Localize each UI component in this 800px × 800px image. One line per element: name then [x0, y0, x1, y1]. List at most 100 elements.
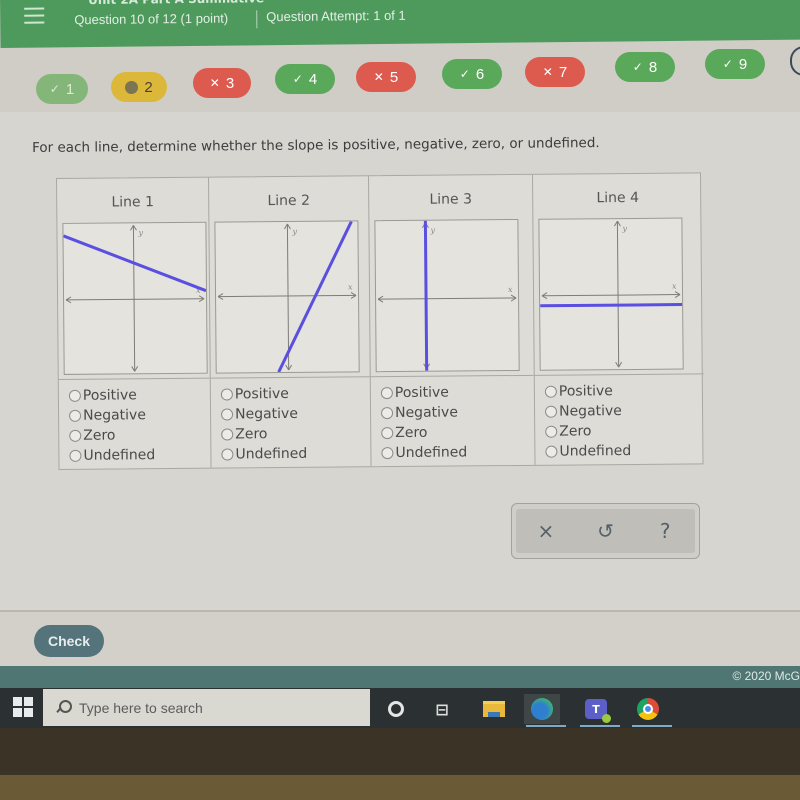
option-positive[interactable]: Positive: [220, 384, 307, 405]
question-nav-8[interactable]: ✓ 8: [615, 52, 675, 82]
radio-button[interactable]: [545, 445, 558, 458]
line-column-2: Line 2 y x Positive Negative Zero Undefined: [209, 176, 372, 468]
question-nav-1[interactable]: ✓ 1: [36, 74, 88, 104]
radio-button[interactable]: [69, 449, 82, 462]
slope-options: Positive Negative Zero Undefined: [68, 385, 156, 466]
radio-button[interactable]: [68, 389, 81, 402]
option-positive[interactable]: Positive: [544, 381, 631, 402]
radio-button[interactable]: [69, 429, 82, 442]
option-label: Positive: [394, 384, 449, 402]
radio-button[interactable]: [381, 447, 394, 460]
graphed-line: [277, 221, 353, 373]
option-undefined[interactable]: Undefined: [381, 442, 467, 463]
question-nav-3[interactable]: ✕ 3: [193, 68, 251, 98]
option-negative[interactable]: Negative: [221, 404, 307, 425]
help-button[interactable]: ?: [645, 519, 685, 543]
x-axis: [218, 294, 357, 298]
line-title: Line 4: [596, 189, 640, 207]
app-header: Unit 2A Part A Summative Question 10 of …: [0, 0, 800, 48]
radio-button[interactable]: [545, 425, 558, 438]
footer: Check: [0, 610, 800, 666]
taskbar-search[interactable]: [43, 689, 370, 726]
line-graph: yx: [214, 220, 360, 374]
edge-icon[interactable]: [524, 694, 566, 727]
option-label: Negative: [394, 404, 458, 422]
taskbar-search-input[interactable]: [79, 699, 359, 716]
check-icon: ✓: [632, 60, 643, 74]
x-axis: [378, 297, 517, 300]
check-icon: ✓: [292, 72, 303, 86]
y-axis: [616, 221, 620, 368]
radio-button[interactable]: [380, 387, 393, 400]
option-label: Undefined: [559, 442, 632, 460]
question-nav-6[interactable]: ✓ 6: [442, 59, 502, 89]
option-label: Negative: [83, 407, 146, 424]
copyright-text: © 2020 McG: [732, 669, 800, 683]
row-divider: [210, 376, 370, 379]
option-undefined[interactable]: Undefined: [545, 441, 631, 462]
option-zero[interactable]: Zero: [69, 425, 155, 446]
line-graph: yx: [538, 217, 684, 371]
question-nav-7[interactable]: ✕ 7: [525, 57, 585, 87]
radio-button[interactable]: [69, 409, 82, 422]
question-number: 8: [648, 58, 658, 76]
teams-icon[interactable]: T: [578, 694, 620, 727]
question-nav-5[interactable]: ✕ 5: [356, 62, 416, 92]
question-info: Question 10 of 12 (1 point): [74, 10, 229, 28]
desk-shelf: [0, 775, 800, 800]
row-divider: [534, 373, 704, 376]
check-button[interactable]: Check: [34, 625, 104, 657]
undo-button[interactable]: ↺: [585, 519, 625, 543]
line-title: Line 3: [429, 191, 473, 208]
option-label: Zero: [83, 427, 116, 444]
option-undefined[interactable]: Undefined: [69, 445, 155, 466]
line-column-4: Line 4 y x Positive Negative Zero Undefined: [533, 173, 705, 464]
radio-button[interactable]: [544, 385, 557, 398]
y-axis-label: y: [137, 228, 143, 237]
radio-button[interactable]: [381, 427, 394, 440]
chrome-icon[interactable]: [630, 694, 672, 727]
option-label: Undefined: [83, 447, 156, 464]
radio-button[interactable]: [221, 448, 234, 461]
option-undefined[interactable]: Undefined: [221, 444, 307, 465]
question-nav-2[interactable]: 2: [111, 72, 167, 102]
task-view-icon[interactable]: ⊟: [424, 694, 460, 724]
file-explorer-icon[interactable]: [476, 694, 512, 724]
axis-arrows: [217, 223, 357, 371]
check-icon: ✓: [722, 57, 733, 71]
option-negative[interactable]: Negative: [69, 405, 155, 426]
line-title: Line 2: [267, 192, 311, 210]
option-zero[interactable]: Zero: [545, 421, 631, 442]
option-label: Negative: [558, 403, 622, 420]
screen: Unit 2A Part A Summative Question 10 of …: [0, 0, 800, 800]
hamburger-menu-icon[interactable]: [24, 7, 45, 24]
x-icon: ✕: [542, 65, 553, 79]
option-negative[interactable]: Negative: [545, 401, 631, 422]
question-nav-next[interactable]: [790, 46, 800, 76]
option-positive[interactable]: Positive: [68, 385, 155, 406]
question-nav-4[interactable]: ✓ 4: [275, 64, 335, 94]
y-axis: [286, 223, 290, 370]
option-positive[interactable]: Positive: [380, 382, 467, 403]
radio-button[interactable]: [221, 408, 234, 421]
option-zero[interactable]: Zero: [221, 424, 307, 445]
unit-title: Unit 2A Part A Summative: [88, 0, 264, 7]
radio-button[interactable]: [545, 405, 558, 418]
cortana-icon[interactable]: [378, 694, 414, 724]
option-label: Zero: [235, 426, 268, 443]
option-zero[interactable]: Zero: [381, 422, 467, 443]
axis-arrows: [377, 222, 517, 370]
x-axis-label: x: [672, 282, 677, 291]
option-label: Undefined: [395, 444, 468, 462]
option-negative[interactable]: Negative: [381, 402, 467, 423]
radio-button[interactable]: [221, 428, 234, 441]
line-graph: yx: [374, 218, 520, 373]
answer-tools: × ↺ ?: [511, 503, 700, 559]
question-number: 1: [65, 80, 75, 98]
option-label: Positive: [82, 387, 137, 404]
windows-start-icon[interactable]: [10, 694, 36, 720]
clear-button[interactable]: ×: [526, 519, 566, 543]
question-nav-9[interactable]: ✓ 9: [705, 49, 765, 79]
radio-button[interactable]: [381, 407, 394, 420]
radio-button[interactable]: [220, 388, 233, 401]
